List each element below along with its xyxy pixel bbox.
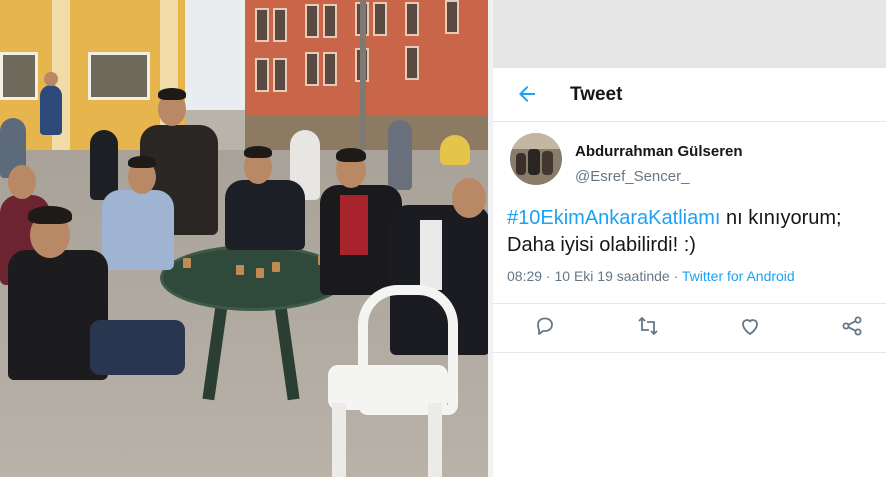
lamp-pole	[360, 0, 366, 170]
tweet-panel: Tweet Abdurrahman Gülseren @Esref_Sencer…	[493, 0, 886, 477]
user-handle[interactable]: @Esref_Sencer_	[575, 168, 689, 185]
tweet-text-line1: nı kınıyorum;	[720, 207, 842, 229]
tweet-time: 08:29	[507, 268, 543, 284]
status-bar-area	[493, 0, 886, 68]
tweet-header: Tweet	[493, 68, 886, 120]
heart-icon[interactable]	[738, 314, 762, 338]
sky	[185, 0, 245, 110]
arrow-left-icon[interactable]	[515, 82, 539, 106]
tweet-date: · 10 Eki 19 saatinde ·	[542, 268, 682, 284]
display-name[interactable]: Abdurrahman Gülseren	[575, 143, 743, 160]
tea-cup	[256, 268, 264, 278]
page-title: Tweet	[570, 84, 623, 105]
tea-cup	[236, 265, 244, 275]
avatar[interactable]	[510, 133, 562, 185]
tweet-text: #10EkimAnkaraKatliamı nı kınıyorum; Daha…	[507, 205, 886, 259]
tea-cup	[272, 262, 280, 272]
group-photo	[0, 0, 490, 477]
tea-cup	[183, 258, 191, 268]
header-divider	[493, 121, 886, 122]
hashtag-link[interactable]: #10EkimAnkaraKatliamı	[507, 207, 720, 229]
white-plastic-chair	[318, 285, 463, 477]
tweet-meta: 08:29 · 10 Eki 19 saatinde · Twitter for…	[507, 268, 795, 284]
tweet-text-line2: Daha iyisi olabilirdi! :)	[507, 234, 696, 256]
actions-divider	[493, 352, 886, 353]
tweet-source-link[interactable]: Twitter for Android	[682, 268, 795, 284]
share-icon[interactable]	[840, 314, 864, 338]
meta-divider	[493, 303, 886, 304]
retweet-icon[interactable]	[636, 314, 660, 338]
reply-icon[interactable]	[533, 314, 557, 338]
